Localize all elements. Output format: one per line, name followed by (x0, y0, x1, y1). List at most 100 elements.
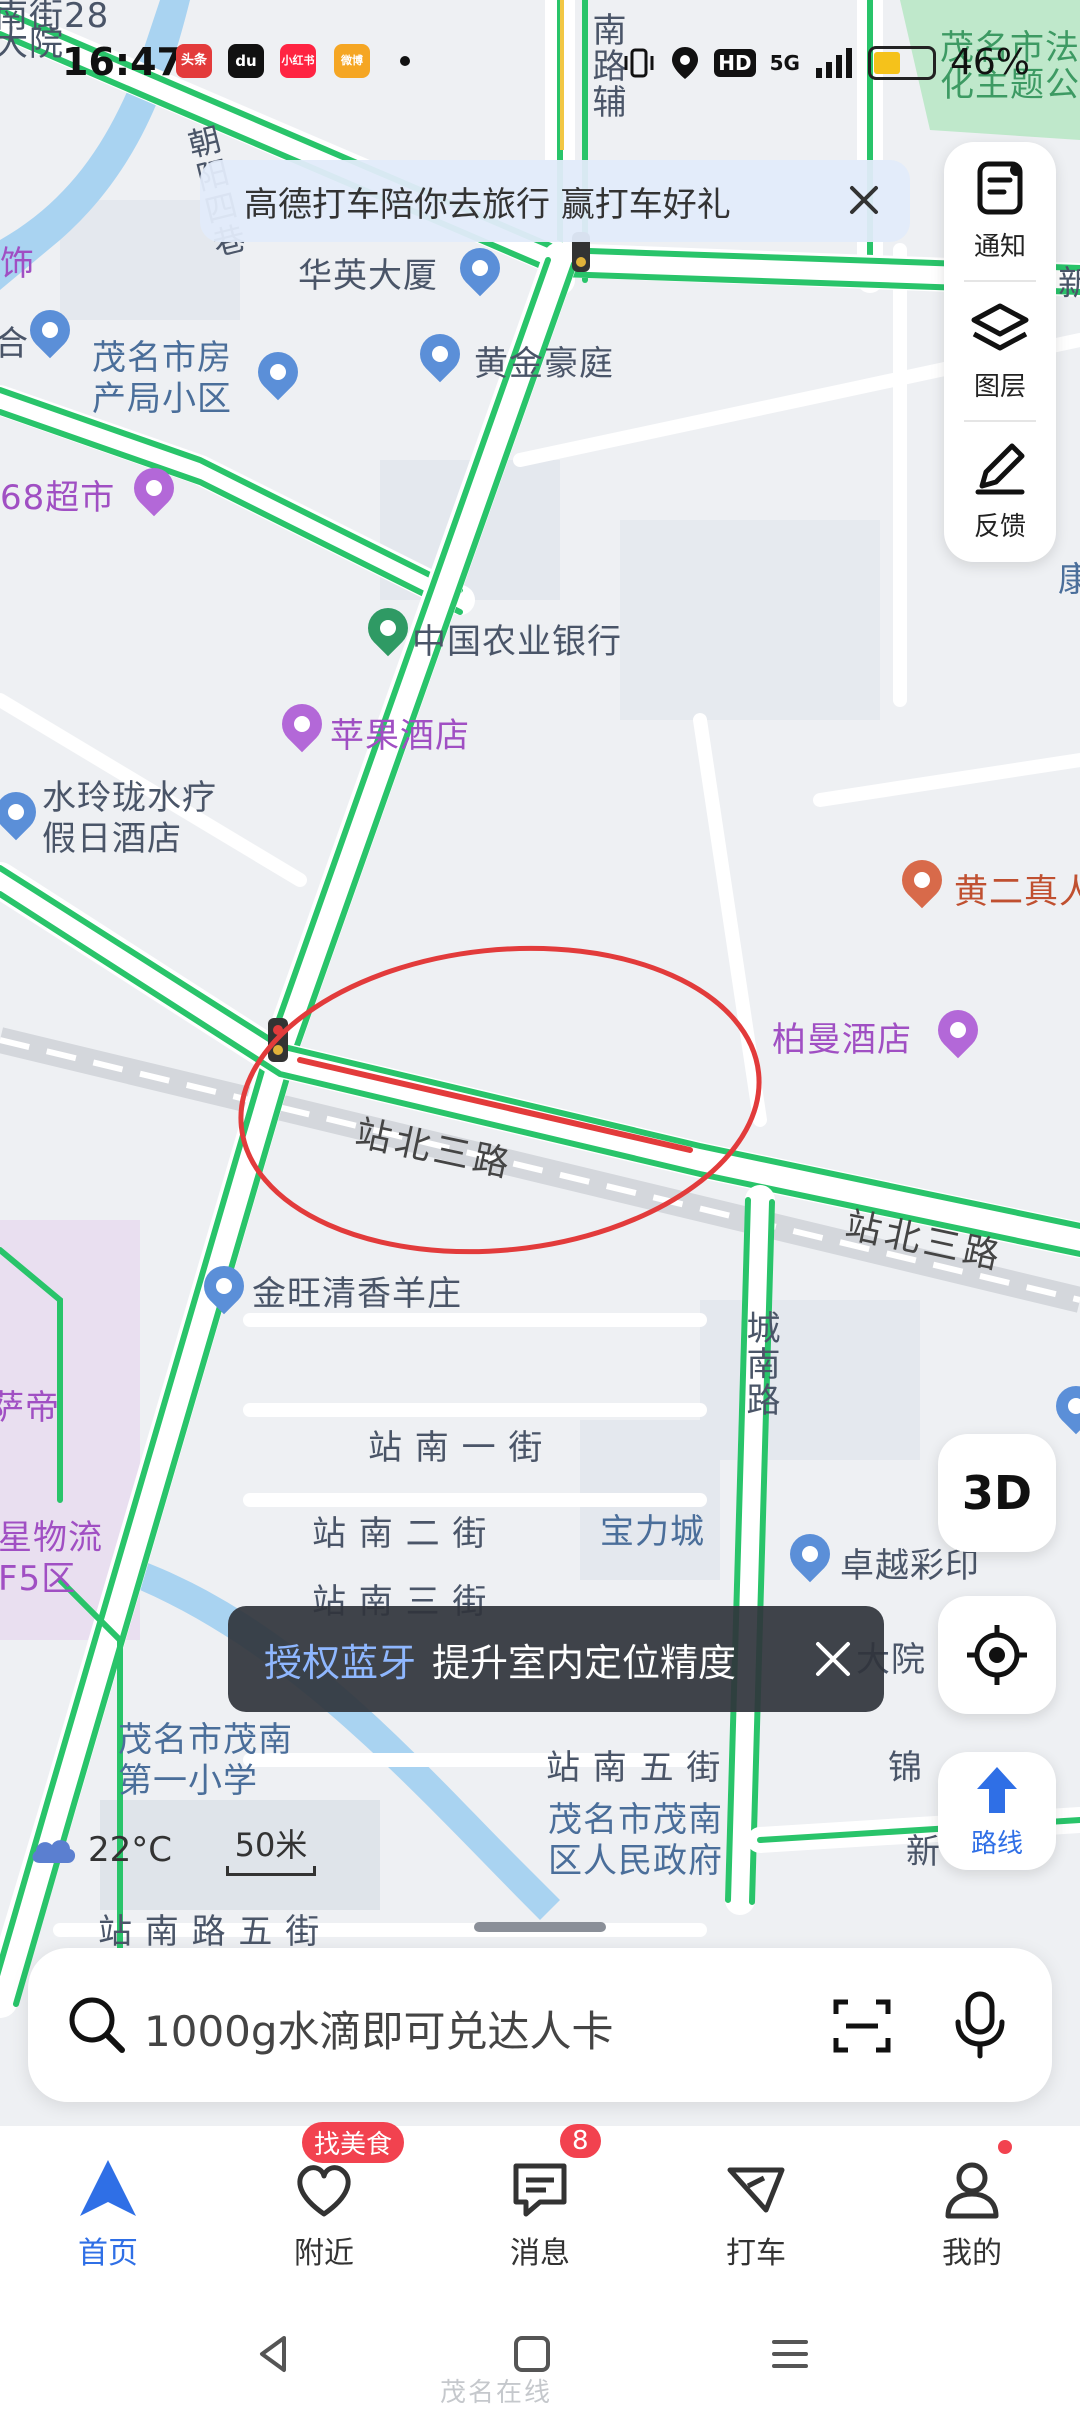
du-icon: du (228, 44, 264, 78)
notification-dot-icon (998, 2140, 1012, 2154)
locate-button[interactable] (938, 1596, 1056, 1714)
map-scale: 50米 (226, 1820, 316, 1876)
map-label: 宝力城 (600, 1512, 705, 1552)
vibrate-icon (624, 48, 654, 77)
home-icon[interactable] (508, 2330, 556, 2378)
map-label: 茂名市茂南 区人民政府 (548, 1800, 723, 1881)
toast-text: 提升室内定位精度 (432, 1640, 737, 1685)
bluetooth-toast[interactable]: 授权蓝牙 提升室内定位精度 (228, 1606, 884, 1712)
map-label: 站 南 二 街 (312, 1514, 488, 1554)
map-label: 黄金豪庭 (474, 344, 614, 384)
close-icon[interactable] (840, 176, 888, 224)
home-arrow-icon (80, 2160, 136, 2216)
battery-icon (867, 45, 936, 80)
map-label: 水玲珑水疗 假日酒店 (42, 778, 217, 859)
map-label: 康 (1058, 560, 1080, 600)
scale-bar (226, 1866, 316, 1876)
layers-label: 图层 (973, 372, 1026, 402)
notify-button[interactable]: 通知 (944, 142, 1056, 278)
toutiao-icon: 头条 (176, 44, 212, 78)
signal-icon (815, 47, 852, 78)
nav-taxi[interactable]: 打车 (648, 2126, 864, 2296)
nearby-badge: 找美食 (302, 2122, 405, 2163)
3d-label: 3D (961, 1466, 1033, 1520)
message-icon (513, 2163, 567, 2217)
notify-label: 通知 (973, 232, 1026, 262)
temperature: 22°C (88, 1830, 173, 1870)
route-arrow-icon (977, 1766, 1017, 1813)
back-icon[interactable] (250, 2330, 298, 2378)
notification-icon (977, 161, 1023, 215)
map-label: 星物流 F5区 (0, 1518, 103, 1599)
map-label: 站 南 路 五 街 (98, 1912, 321, 1952)
location-icon (672, 46, 699, 79)
notification-dot-icon (400, 56, 410, 66)
network-type: 5G (769, 50, 800, 75)
3d-button[interactable]: 3D (938, 1434, 1056, 1552)
route-label: 路线 (970, 1828, 1023, 1859)
cloud-icon (32, 1840, 76, 1863)
search-icon (69, 1997, 125, 2053)
microphone-icon[interactable] (950, 1990, 1010, 2060)
nav-messages-label: 消息 (510, 2236, 570, 2271)
nav-messages[interactable]: 消息 8 (432, 2124, 648, 2296)
map-label: 华英大厦 (298, 256, 438, 296)
feedback-button[interactable]: 反馈 (944, 422, 1056, 558)
bottom-nav: 首页 附近 找美食 消息 8 打车 我的 (0, 2122, 1080, 2296)
map-label: 中国农业银行 (412, 622, 622, 662)
nav-home-label: 首页 (78, 2236, 138, 2271)
map-label: 站 南 一 街 (368, 1428, 544, 1468)
heart-icon (297, 2165, 351, 2217)
status-time: 16:47 (62, 40, 183, 84)
layers-icon (971, 303, 1029, 351)
map-label: 新 (1058, 264, 1080, 304)
map-label: 新 (906, 1832, 941, 1872)
hd-icon: HD (714, 48, 756, 77)
nav-mine-label: 我的 (942, 2236, 1002, 2271)
scan-icon[interactable] (830, 1994, 894, 2058)
nav-taxi-label: 打车 (726, 2236, 786, 2271)
drag-handle[interactable] (474, 1922, 606, 1932)
map-label: 68超市 (0, 478, 116, 518)
weather-widget[interactable]: 22°C (28, 1830, 172, 1870)
map-label: 苹果酒店 (330, 716, 470, 756)
map-label: 茂名市房 产局小区 (92, 338, 232, 419)
map-label: 萨帝 (0, 1388, 60, 1428)
feedback-label: 反馈 (973, 512, 1026, 542)
pen-icon (975, 443, 1025, 495)
map-label: 饰 (0, 244, 35, 284)
watermark: 茂名在线 (440, 2378, 553, 2408)
locate-icon (967, 1625, 1027, 1685)
map-label: 合 (0, 324, 29, 364)
nav-nearby[interactable]: 附近 找美食 (216, 2122, 432, 2296)
nav-nearby-label: 附近 (294, 2236, 354, 2271)
map-label: 柏曼酒店 (772, 1020, 912, 1060)
search-placeholder: 1000g水滴即可兑达人卡 (144, 2007, 614, 2056)
weibo-icon: 微博 (334, 44, 370, 78)
nav-mine[interactable]: 我的 (864, 2126, 1080, 2296)
user-icon (945, 2162, 999, 2219)
scale-value: 50米 (234, 1826, 308, 1864)
map-label: 黄二真人 (954, 872, 1080, 912)
promo-banner[interactable]: 高德打车陪你去旅行 赢打车好礼 (200, 160, 910, 242)
battery-percent: 46% (949, 42, 1030, 83)
map-label: 锦 (888, 1748, 923, 1788)
menu-icon[interactable] (766, 2330, 814, 2378)
battery-level (873, 51, 900, 74)
map-label: 城南路 (740, 1310, 780, 1418)
messages-badge: 8 (560, 2124, 601, 2158)
search-bar[interactable]: 1000g水滴即可兑达人卡 (28, 1948, 1052, 2102)
map-label: 金旺清香羊庄 (252, 1274, 462, 1314)
toast-highlight[interactable]: 授权蓝牙 (264, 1632, 416, 1687)
map-label: 茂名市茂南 第一小学 (118, 1720, 293, 1801)
map-label: 站 南 五 街 (546, 1748, 722, 1788)
map-tools-panel: 通知 图层 反馈 (944, 142, 1056, 562)
promo-text: 高德打车陪你去旅行 赢打车好礼 (244, 184, 731, 225)
status-bar: 16:47 头条 du 小红书 微博 HD 5G 46% (0, 0, 1080, 120)
route-button[interactable]: 路线 (938, 1752, 1056, 1870)
close-icon[interactable] (812, 1638, 854, 1680)
taxi-icon (727, 2167, 785, 2213)
status-indicators: HD 5G 46% (622, 42, 1030, 83)
nav-home[interactable]: 首页 (0, 2126, 216, 2296)
layers-button[interactable]: 图层 (944, 282, 1056, 418)
